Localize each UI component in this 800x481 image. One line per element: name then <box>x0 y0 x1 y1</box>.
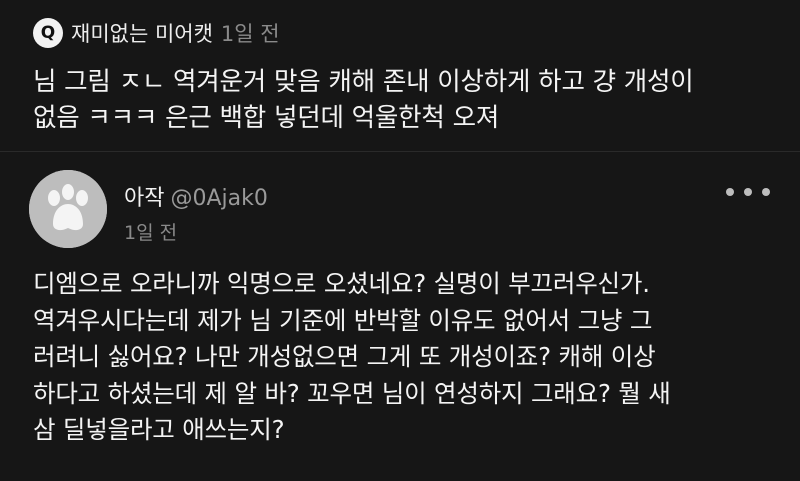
user-name[interactable]: 아작 <box>124 186 164 211</box>
question-author[interactable]: 재미없는 미어캣 <box>71 18 213 48</box>
user-handle[interactable]: @0Ajak0 <box>170 186 267 211</box>
divider <box>0 151 800 152</box>
more-dots-icon <box>744 188 752 196</box>
question-badge: Q <box>33 18 63 48</box>
more-dots-icon <box>762 188 770 196</box>
answer-user[interactable]: 아작 @0Ajak0 <box>124 180 268 212</box>
question-time: 1일 전 <box>220 22 280 46</box>
answer-time: 1일 전 <box>124 222 178 244</box>
answer-text: 디엠으로 오라니까 익명으로 오셨네요? 실명이 부끄러우신가. 역겨우시다는데… <box>33 269 671 444</box>
more-dots-icon <box>726 188 734 196</box>
more-options-button[interactable] <box>726 178 770 206</box>
question-header: Q 재미없는 미어캣 1일 전 <box>33 16 280 50</box>
paw-avatar-icon[interactable] <box>29 170 107 248</box>
question-text: 님 그림 ㅈㄴ 역겨운거 맞음 캐해 존내 이상하게 하고 걍 개성이 없음 ㅋ… <box>33 67 694 133</box>
